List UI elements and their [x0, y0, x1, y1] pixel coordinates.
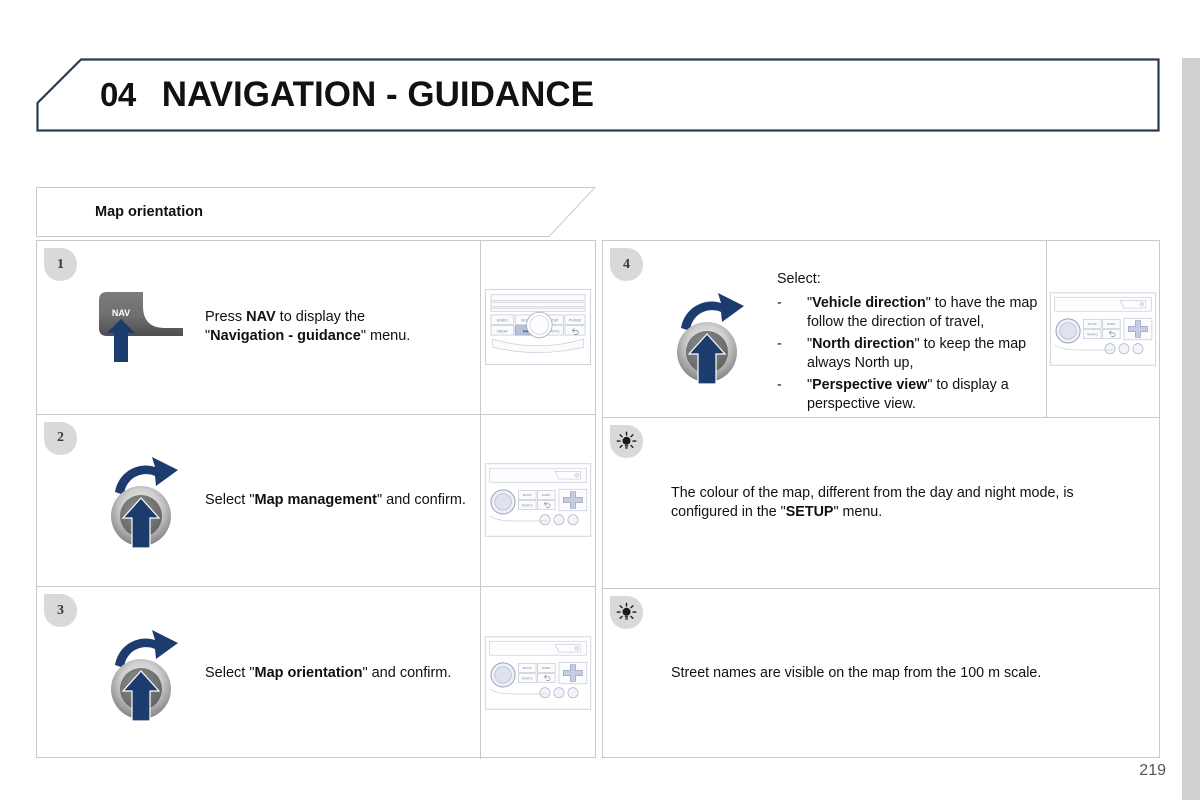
rotary-knob-turn-push-icon	[93, 621, 189, 725]
light-bulb-tip-icon	[610, 596, 643, 629]
option-text: "Vehicle direction" to have the map foll…	[807, 295, 1038, 330]
svg-text:TRAFFIC: TRAFFIC	[1086, 332, 1098, 336]
svg-text:RADIO: RADIO	[497, 319, 508, 323]
car-radio-faceplate-type-b: SETUP RADIO TRAFFIC	[484, 463, 592, 537]
steps-table-left: 1 NAV Press NAV to display the "Navigati…	[36, 240, 596, 759]
step-2-cell: 2 Select "Map management" and confirm.	[37, 415, 480, 587]
car-radio-faceplate-type-b: SETUP RADIO TRAFFIC	[1049, 292, 1157, 366]
svg-text:RADIO: RADIO	[542, 666, 551, 670]
car-radio-faceplate-type-b: SETUP RADIO TRAFFIC	[484, 636, 592, 710]
bullet-dash: -	[777, 336, 782, 353]
step-2-text: Select "Map management" and confirm.	[205, 491, 466, 508]
table-row: 2 Select "Map management" and confirm. S…	[37, 413, 595, 587]
chapter-title: NAVIGATION - GUIDANCE	[161, 75, 595, 114]
step-3-text: Select "Map orientation" and confirm.	[205, 664, 452, 681]
car-radio-faceplate-type-a: RADIO MUSIC SETUP PHONE MEDIA NAV TRAFFI…	[485, 289, 591, 366]
note-2-cell: Street names are visible on the map from…	[603, 589, 1159, 759]
device-image-radio-b: SETUP RADIO TRAFFIC	[480, 414, 595, 587]
note-2-text: Street names are visible on the map from…	[671, 665, 1042, 682]
device-image-radio-a: RADIO MUSIC SETUP PHONE MEDIA NAV TRAFFI…	[480, 241, 595, 414]
step-3-cell: 3 Select "Map orientation" and confirm.	[37, 587, 480, 759]
note-1-cell: The colour of the map, different from th…	[603, 418, 1159, 588]
bullet-dash: -	[777, 377, 782, 394]
svg-text:SETUP: SETUP	[523, 666, 532, 670]
list-item: - "North direction" to keep the map alwa…	[777, 335, 1046, 372]
nav-button-label: NAV	[112, 308, 130, 318]
step-4-cell: 4 Select: - "Vehicle direction" to have …	[603, 241, 1046, 417]
table-row: The colour of the map, different from th…	[603, 417, 1159, 588]
svg-text:SETUP: SETUP	[1088, 322, 1097, 326]
table-row: 3 Select "Map orientation" and confirm. …	[37, 586, 595, 759]
svg-text:RADIO: RADIO	[1107, 322, 1116, 326]
step-3-badge: 3	[44, 594, 77, 628]
svg-text:SETUP: SETUP	[523, 494, 532, 498]
option-text: "North direction" to keep the map always…	[807, 336, 1027, 371]
svg-text:MEDIA: MEDIA	[497, 330, 508, 334]
svg-text:RADIO: RADIO	[542, 494, 551, 498]
bullet-dash: -	[777, 295, 782, 312]
note-1-text: The colour of the map, different from th…	[671, 484, 1074, 520]
chapter-header: 04 NAVIGATION - GUIDANCE	[36, 58, 1160, 132]
option-text: "Perspective view" to display a perspect…	[807, 377, 1009, 412]
rotary-knob-turn-push-icon	[93, 448, 189, 552]
list-item: - "Perspective view" to display a perspe…	[777, 376, 1046, 413]
page-number: 219	[1139, 762, 1166, 779]
light-bulb-tip-icon	[610, 425, 643, 458]
nav-button-press-icon: NAV	[93, 288, 189, 366]
step-4-lead: Select:	[777, 271, 821, 288]
section-band: Map orientation	[36, 187, 596, 237]
svg-text:PHONE: PHONE	[569, 319, 582, 323]
steps-table-right: 4 Select: - "Vehicle direction" to have …	[602, 240, 1160, 758]
step-2-badge: 2	[44, 421, 77, 455]
step-1-text: Press NAV to display the "Navigation - gu…	[205, 309, 411, 345]
device-image-radio-b: SETUP RADIO TRAFFIC	[480, 587, 595, 759]
table-row: Street names are visible on the map from…	[603, 588, 1159, 759]
table-row: 4 Select: - "Vehicle direction" to have …	[603, 241, 1159, 417]
svg-text:TRAFFIC: TRAFFIC	[521, 676, 533, 680]
step-1-badge: 1	[44, 248, 77, 281]
device-image-radio-b: SETUP RADIO TRAFFIC	[1046, 241, 1159, 417]
svg-text:TRAFFIC: TRAFFIC	[521, 504, 533, 508]
step-1-cell: 1 NAV Press NAV to display the "Navigati…	[37, 241, 480, 414]
chapter-number: 04	[100, 76, 136, 113]
rotary-knob-turn-push-icon	[659, 270, 755, 388]
table-row: 1 NAV Press NAV to display the "Navigati…	[37, 241, 595, 414]
step-4-badge: 4	[610, 248, 643, 281]
section-title: Map orientation	[95, 204, 203, 220]
step-4-options-list: - "Vehicle direction" to have the map fo…	[777, 294, 1046, 413]
list-item: - "Vehicle direction" to have the map fo…	[777, 294, 1046, 331]
page-edge-strip	[1182, 58, 1200, 800]
